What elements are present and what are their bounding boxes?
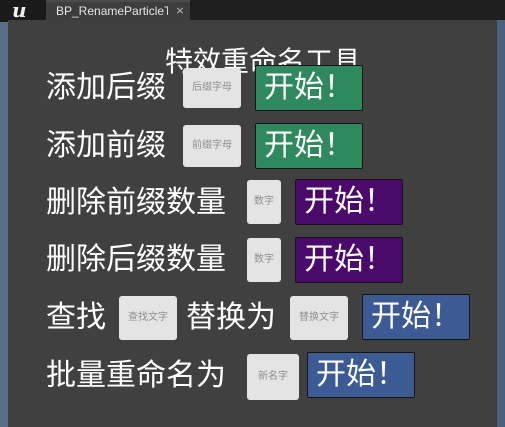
find-replace-start-button[interactable]: 开始！ (362, 294, 470, 340)
remove-suffix-count-label: 删除后缀数量 (46, 242, 226, 277)
prefix-input[interactable]: 前缀字母 (183, 125, 241, 167)
replace-text-input[interactable]: 替换文字 (290, 296, 348, 340)
add-prefix-start-button[interactable]: 开始！ (255, 123, 363, 169)
batch-rename-start-button[interactable]: 开始！ (307, 352, 415, 398)
add-prefix-label: 添加前缀 (46, 128, 166, 163)
close-icon[interactable]: × (174, 4, 186, 18)
unreal-logo-icon: u (12, 0, 27, 22)
engine-logo: u (0, 0, 46, 22)
find-label: 查找 (46, 300, 106, 335)
replace-with-label: 替换为 (186, 300, 276, 335)
find-text-input[interactable]: 查找文字 (119, 296, 177, 340)
suffix-count-input[interactable]: 数字 (247, 238, 281, 282)
left-viewport-strip (0, 22, 8, 427)
tab-bp-renameparticle[interactable]: BP_RenameParticleTc × (46, 0, 190, 20)
remove-prefix-count-label: 删除前缀数量 (46, 185, 226, 220)
suffix-input[interactable]: 后缀字母 (183, 68, 241, 108)
right-viewport-strip (497, 20, 505, 427)
batch-rename-label: 批量重命名为 (46, 358, 226, 393)
rename-tool-panel: 特效重命名工具 添加后缀 后缀字母 开始！ 添加前缀 前缀字母 开始！ 删除前缀… (8, 20, 497, 427)
add-suffix-start-button[interactable]: 开始！ (255, 65, 363, 111)
remove-suffix-start-button[interactable]: 开始！ (295, 237, 403, 283)
prefix-count-input[interactable]: 数字 (247, 180, 281, 224)
remove-prefix-start-button[interactable]: 开始！ (295, 179, 403, 225)
tab-bar-background (190, 0, 505, 20)
tab-label: BP_RenameParticleTc (56, 4, 168, 18)
add-suffix-label: 添加后缀 (46, 70, 166, 105)
new-name-input[interactable]: 新名字 (247, 354, 299, 400)
